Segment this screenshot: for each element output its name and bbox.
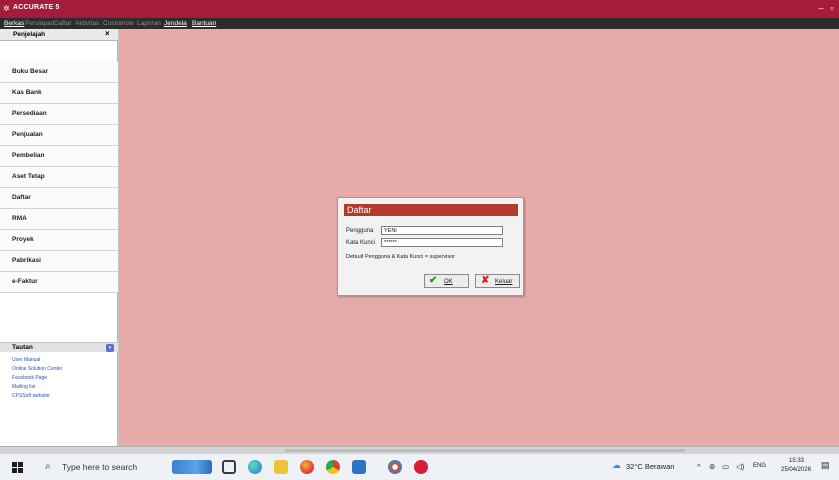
menu-daftar[interactable]: Daftar	[54, 19, 72, 28]
task-view-icon[interactable]	[222, 460, 236, 474]
nav-item-label: Aset Tetap	[12, 173, 45, 180]
status-bar	[0, 446, 839, 454]
nav-item-pembelian[interactable]: Pembelian	[0, 146, 118, 167]
menu-berkas[interactable]: Berkas	[4, 19, 24, 28]
ok-button[interactable]: ✔ OK	[424, 274, 469, 288]
nav-item-daftar[interactable]: Daftar	[0, 188, 118, 209]
window-title: ACCURATE 5	[13, 4, 60, 11]
file-explorer-icon[interactable]	[274, 460, 288, 474]
restore-button[interactable]: ▫	[826, 2, 838, 14]
nav-item-label: Persediaan	[12, 110, 47, 117]
mail-icon[interactable]	[352, 460, 366, 474]
accurate-icon[interactable]	[414, 460, 428, 474]
nav-item-label: Pabrikasi	[12, 257, 41, 264]
link-online-solution-center[interactable]: Online Solution Center	[12, 366, 62, 372]
ok-label: OK	[444, 279, 453, 285]
nav-item-label: Penjualan	[12, 131, 43, 138]
weather-icon[interactable]: ☁	[612, 460, 621, 471]
battery-icon[interactable]: ▭	[722, 462, 729, 471]
exit-label: Keluar	[495, 279, 513, 285]
search-placeholder: Type here to search	[62, 462, 138, 472]
nav-item-proyek[interactable]: Proyek	[0, 230, 118, 251]
check-icon: ✔	[429, 275, 438, 286]
windows-start-icon[interactable]	[12, 462, 23, 473]
menu-bar: Berkas Persiapan Daftar Aktivitas Custom…	[0, 18, 839, 29]
network-icon[interactable]: ⊚	[709, 462, 715, 471]
explorer-header: Penjelajah ×	[0, 29, 118, 41]
tautan-title: Tautan	[12, 344, 33, 351]
volume-icon[interactable]: ◁)	[736, 462, 744, 471]
weather-text[interactable]: 32°C Berawan	[626, 462, 674, 471]
nav-item-label: Pembelian	[12, 152, 45, 159]
link-mailing-list[interactable]: Mailing list	[12, 384, 35, 390]
nav-item-rma[interactable]: RMA	[0, 209, 118, 230]
menu-persiapan[interactable]: Persiapan	[25, 19, 54, 28]
link-facebook-page[interactable]: Facebook Page	[12, 375, 47, 381]
photos-icon[interactable]	[388, 460, 402, 474]
search-icon: ⌕	[45, 461, 51, 472]
password-input[interactable]	[381, 238, 503, 247]
nav-item-pabrikasi[interactable]: Pabrikasi	[0, 251, 118, 272]
menu-bantuan[interactable]: Bantuan	[192, 19, 216, 28]
nav-item-penjualan[interactable]: Penjualan	[0, 125, 118, 146]
default-credentials-hint: Default Pengguna & Kata Kunci = supervis…	[346, 254, 455, 260]
exit-button[interactable]: ✘ Keluar	[475, 274, 520, 288]
edge-icon[interactable]	[248, 460, 262, 474]
nav-item-persediaan[interactable]: Persediaan	[0, 104, 118, 125]
explorer-panel: Penjelajah × Buku Besar Kas Bank Persedi…	[0, 29, 118, 446]
menu-jendela[interactable]: Jendela	[164, 19, 187, 28]
nav-item-label: Daftar	[12, 194, 31, 201]
nav-item-label: Kas Bank	[12, 89, 42, 96]
nav-item-buku-besar[interactable]: Buku Besar	[0, 62, 118, 83]
user-label: Pengguna	[346, 228, 374, 234]
link-user-manual[interactable]: User Manual	[12, 357, 40, 363]
nav-item-e-faktur[interactable]: e-Faktur	[0, 272, 118, 293]
taskbar-search[interactable]: ⌕ Type here to search	[40, 459, 170, 475]
login-dialog: Daftar Pengguna Kata Kunci Default Pengg…	[337, 197, 524, 296]
explorer-title: Penjelajah	[13, 31, 46, 38]
chrome-icon[interactable]	[326, 460, 340, 474]
notification-icon[interactable]: ▤	[821, 460, 830, 471]
link-cpssoft-website[interactable]: CPSSoft website	[12, 393, 50, 399]
tautan-header[interactable]: Tautan ▾	[0, 342, 118, 352]
accurate-app-icon: ✲	[3, 4, 10, 13]
close-icon: ✘	[481, 275, 490, 286]
firefox-icon[interactable]	[300, 460, 314, 474]
title-bar: ✲ ACCURATE 5 – ▫	[0, 0, 839, 18]
clock-time[interactable]: 15:33	[789, 458, 804, 464]
menu-customize[interactable]: Customize	[103, 19, 134, 28]
nav-item-label: Proyek	[12, 236, 34, 243]
menu-aktivitas[interactable]: Aktivitas	[75, 19, 99, 28]
chevron-up-icon[interactable]: ^	[697, 462, 701, 471]
nav-item-label: Buku Besar	[12, 68, 49, 75]
nav-item-label: e-Faktur	[12, 278, 38, 285]
chevron-down-icon[interactable]: ▾	[106, 344, 114, 352]
taskbar: ⌕ Type here to search ☁ 32°C Berawan ^ ⊚…	[0, 454, 839, 480]
weather-widget-icon[interactable]	[172, 460, 212, 474]
menu-laporan[interactable]: Laporan	[137, 19, 161, 28]
dialog-title: Daftar	[344, 204, 518, 216]
password-label: Kata Kunci	[346, 240, 376, 246]
language-indicator[interactable]: ENG	[753, 463, 766, 469]
clock-date[interactable]: 25/04/2026	[781, 467, 811, 473]
nav-item-aset-tetap[interactable]: Aset Tetap	[0, 167, 118, 188]
close-icon[interactable]: ×	[105, 29, 110, 38]
nav-item-kas-bank[interactable]: Kas Bank	[0, 83, 118, 104]
nav-item-label: RMA	[12, 215, 27, 222]
user-input[interactable]	[381, 226, 503, 235]
horizontal-scrollbar[interactable]	[285, 449, 685, 452]
